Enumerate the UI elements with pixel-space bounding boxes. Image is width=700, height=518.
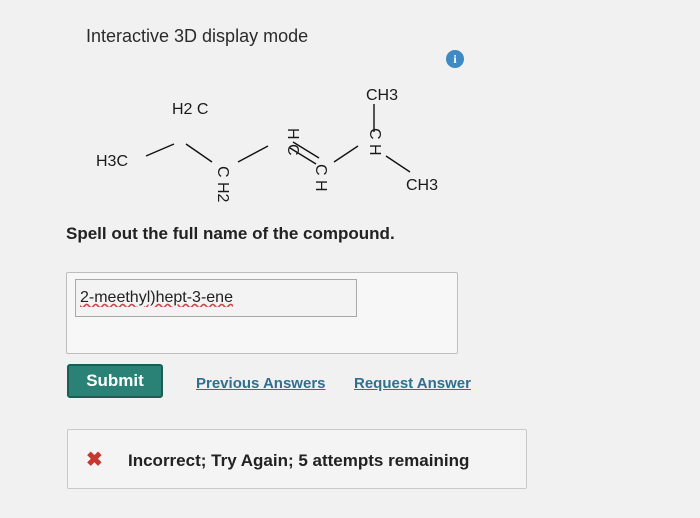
atom-label: H2 C [172, 101, 208, 118]
info-icon[interactable]: i [446, 50, 464, 68]
answer-area [66, 272, 458, 354]
atom-label: C H2 [214, 166, 231, 203]
atom-label: H C [284, 128, 301, 156]
atom-label: CH3 [366, 87, 398, 104]
answer-input[interactable] [75, 279, 357, 317]
atom-label: C H [366, 128, 383, 156]
atom-label: C H [312, 164, 329, 192]
feedback-panel: ✖ Incorrect; Try Again; 5 attempts remai… [67, 429, 527, 489]
submit-button[interactable]: Submit [67, 364, 163, 398]
request-answer-link[interactable]: Request Answer [354, 375, 471, 392]
x-icon: ✖ [86, 449, 103, 471]
previous-answers-link[interactable]: Previous Answers [196, 375, 326, 392]
atom-label: CH3 [406, 177, 438, 194]
skeletal-structure[interactable]: H3C H2 C C H2 H C C H C H CH3 CH3 [80, 80, 460, 210]
feedback-message: Incorrect; Try Again; 5 attempts remaini… [128, 451, 470, 470]
page-title: Interactive 3D display mode [86, 26, 309, 46]
atom-label: H3C [96, 153, 128, 170]
question-prompt: Spell out the full name of the compound. [66, 224, 395, 243]
